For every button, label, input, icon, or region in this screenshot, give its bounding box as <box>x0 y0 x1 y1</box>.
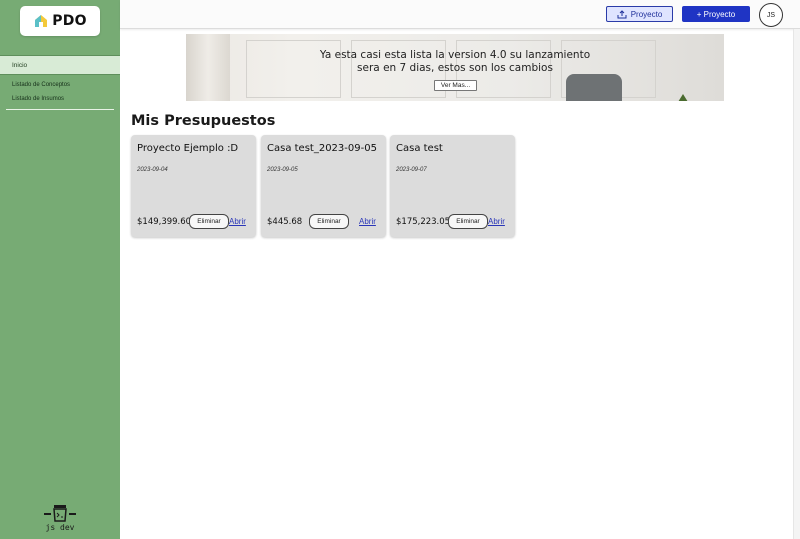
project-card: Casa test 2023-09-07 $175,223.05 Elimina… <box>390 135 515 237</box>
ver-mas-button[interactable]: Ver Mas... <box>434 80 477 91</box>
delete-project-button[interactable]: Eliminar <box>448 214 488 229</box>
house-logo-icon <box>35 15 48 27</box>
project-amount: $175,223.05 <box>396 217 451 227</box>
sidebar-item-conceptos[interactable]: Listado de Conceptos <box>12 82 70 88</box>
open-project-link[interactable]: Abrir <box>488 217 505 226</box>
project-amount: $149,399.60 <box>137 217 192 227</box>
delete-project-button[interactable]: Eliminar <box>189 214 229 229</box>
open-project-link[interactable]: Abrir <box>359 217 376 226</box>
new-project-button[interactable]: + Proyecto <box>682 6 750 22</box>
project-title: Casa test <box>396 143 443 154</box>
banner-message: Ya esta casi esta lista la version 4.0 s… <box>186 49 724 75</box>
page-title: Mis Presupuestos <box>131 113 276 129</box>
coffee-cup-icon <box>44 505 76 522</box>
delete-project-button[interactable]: Eliminar <box>309 214 349 229</box>
project-card: Casa test_2023-09-05 2023-09-05 $445.68 … <box>261 135 386 237</box>
upload-icon <box>617 9 627 18</box>
app-logo[interactable]: PDO <box>20 6 100 36</box>
sidebar: PDO Inicio Listado de Conceptos Listado … <box>0 0 120 539</box>
project-date: 2023-09-05 <box>267 167 298 173</box>
project-card: Proyecto Ejemplo :D 2023-09-04 $149,399.… <box>131 135 256 237</box>
banner-plant-image <box>678 94 688 101</box>
open-project-link[interactable]: Abrir <box>229 217 246 226</box>
project-date: 2023-09-07 <box>396 167 427 173</box>
dev-logo: js dev <box>36 504 84 534</box>
project-title: Proyecto Ejemplo :D <box>137 143 239 154</box>
banner-chair-image <box>566 74 622 101</box>
announcement-banner: Ya esta casi esta lista la version 4.0 s… <box>186 34 724 101</box>
banner-line-2: sera en 7 dias, estos son los cambios <box>357 62 553 74</box>
sidebar-item-insumos[interactable]: Listado de Insumos <box>12 96 64 102</box>
banner-line-1: Ya esta casi esta lista la version 4.0 s… <box>319 49 591 61</box>
top-header: Proyecto + Proyecto JS <box>120 0 800 29</box>
sidebar-divider <box>6 109 114 110</box>
dev-text: js dev <box>45 523 75 532</box>
project-title: Casa test_2023-09-05 <box>267 143 377 154</box>
upload-project-button[interactable]: Proyecto <box>606 6 673 22</box>
project-amount: $445.68 <box>267 217 303 227</box>
sidebar-item-inicio[interactable]: Inicio <box>0 55 120 75</box>
user-avatar[interactable]: JS <box>759 3 783 27</box>
vertical-scrollbar[interactable] <box>793 29 800 539</box>
logo-text: PDO <box>52 13 87 29</box>
project-date: 2023-09-04 <box>137 167 168 173</box>
upload-project-label: Proyecto <box>630 9 663 19</box>
